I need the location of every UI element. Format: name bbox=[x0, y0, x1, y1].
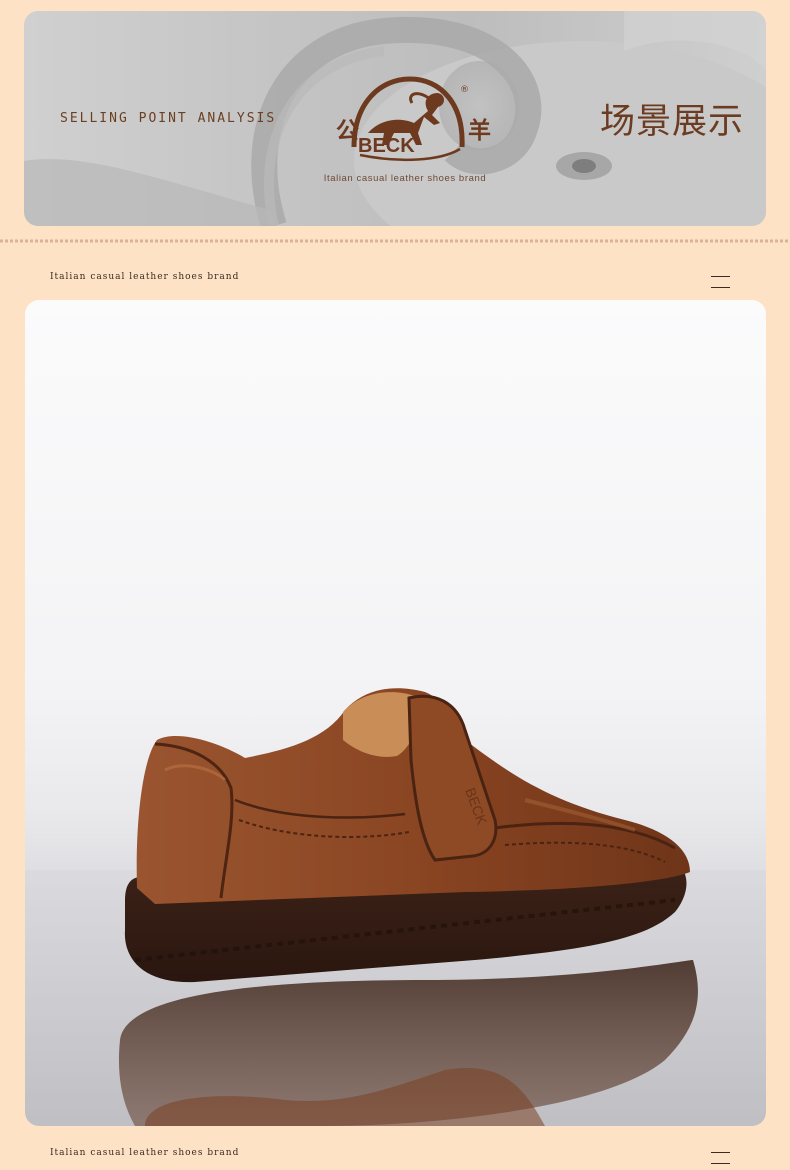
selling-point-label: SELLING POINT ANALYSIS bbox=[60, 111, 277, 126]
scene-title: 场景展示 bbox=[599, 102, 744, 142]
brand-logo: ® 公 羊 BECK Italian casual leather shoes … bbox=[310, 71, 500, 201]
caption-top: Italian casual leather shoes brand bbox=[50, 272, 240, 282]
logo-char-right: 羊 bbox=[468, 118, 491, 144]
menu-lines-icon bbox=[711, 276, 730, 288]
header-banner: SELLING POINT ANALYSIS ® 公 羊 BECK Italia… bbox=[24, 11, 766, 226]
registered-mark: ® bbox=[460, 85, 469, 95]
leather-shoe-image: BECK bbox=[25, 688, 766, 1126]
logo-tagline: Italian casual leather shoes brand bbox=[323, 173, 487, 184]
caption-bottom: Italian casual leather shoes brand bbox=[50, 1148, 240, 1158]
shoe-photo: BECK bbox=[25, 300, 766, 1126]
menu-lines-icon bbox=[711, 1152, 730, 1164]
logo-char-left: 公 bbox=[336, 118, 359, 144]
logo-brand-name: BECK bbox=[358, 135, 415, 157]
dotted-divider bbox=[0, 239, 790, 243]
